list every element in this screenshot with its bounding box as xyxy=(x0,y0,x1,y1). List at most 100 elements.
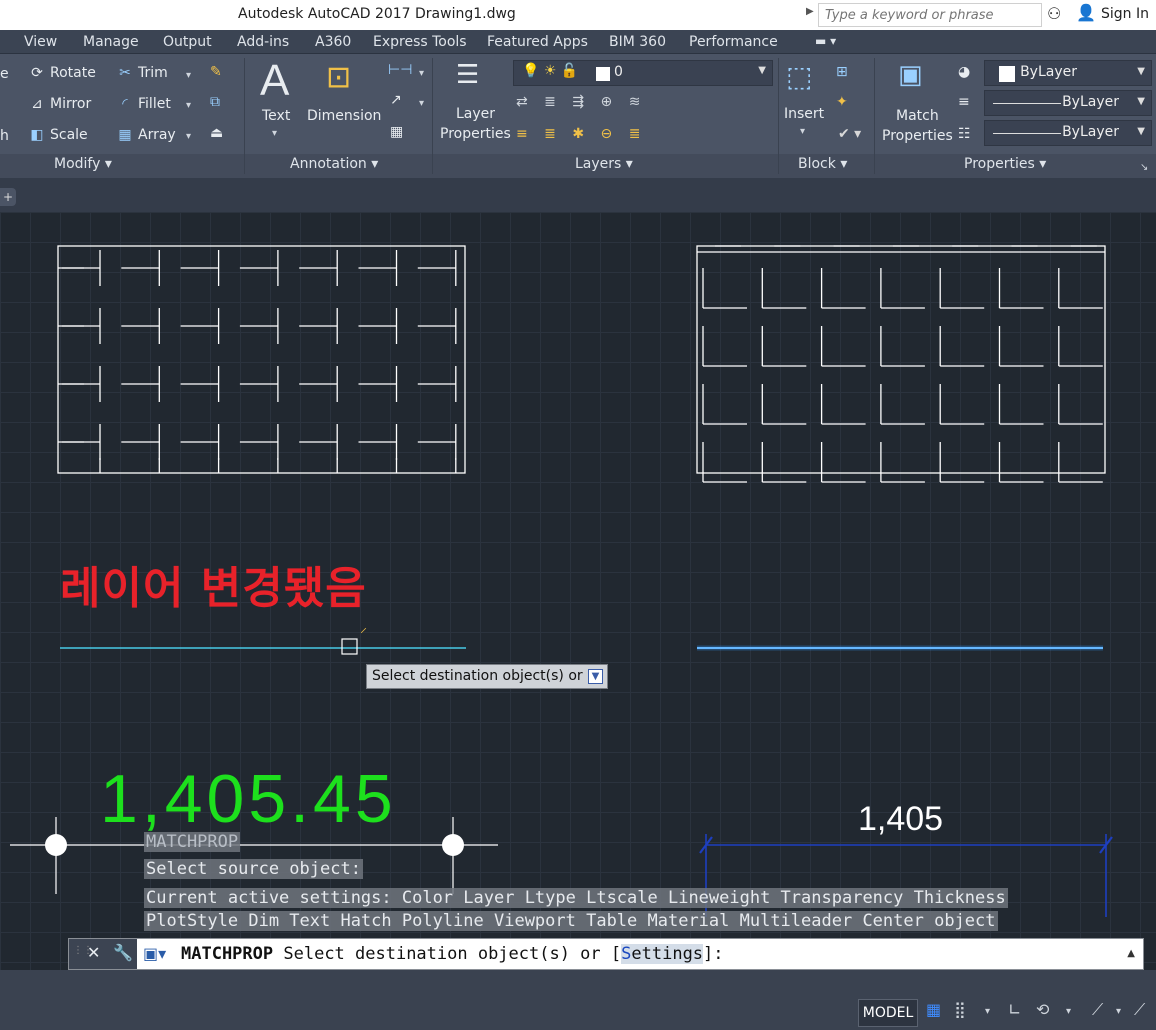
command-line[interactable]: ⋮⋮ ✕ 🔧 ▣▾ MATCHPROP Select destination o… xyxy=(68,938,1144,970)
grid-display-icon[interactable]: ▦ xyxy=(926,1000,941,1019)
layers-title-text: Layers xyxy=(575,156,622,172)
lineweight-icon[interactable]: ≡ xyxy=(958,94,970,110)
annotation-panel-title[interactable]: Annotation ▾ xyxy=(290,156,378,178)
modify-panel-title[interactable]: Modify ▾ xyxy=(54,156,112,178)
tab-add-ins[interactable]: Add-ins xyxy=(237,34,289,50)
match-properties-label-2[interactable]: Properties xyxy=(882,128,953,144)
insert-dropdown-icon[interactable]: ▾ xyxy=(800,126,805,137)
trim-button[interactable]: ✂ Trim xyxy=(116,65,168,81)
insert-label[interactable]: Insert xyxy=(784,106,824,122)
partial-tool-1[interactable]: e xyxy=(0,66,9,82)
command-line-controls: ⋮⋮ ✕ 🔧 xyxy=(69,939,137,969)
tab-express-tools[interactable]: Express Tools xyxy=(373,34,467,50)
text-tool-icon[interactable]: A xyxy=(260,56,289,106)
search-expand-icon[interactable]: ▶ xyxy=(806,6,814,17)
block-attrib-icon[interactable]: ✔ ▾ xyxy=(838,126,861,142)
matchprop-command-icon[interactable]: ▣▾ xyxy=(143,944,166,963)
chevron-up-icon[interactable]: ▲ xyxy=(1127,948,1135,959)
color-dropdown[interactable]: ByLayer ▼ xyxy=(984,60,1152,86)
command-prompt[interactable]: MATCHPROP Select destination object(s) o… xyxy=(181,944,724,964)
workspace-toggle-icon[interactable]: ▬ ▾ xyxy=(815,34,836,48)
text-tool-label[interactable]: Text xyxy=(262,108,290,124)
tab-bim360[interactable]: BIM 360 xyxy=(609,34,666,50)
layer-tools-row1-icons[interactable]: ⇄ ≣ ⇶ ⊕ ≋ xyxy=(516,94,646,110)
object-snap-icon[interactable]: ⟋ xyxy=(1134,1000,1145,1020)
settings-option[interactable]: Settings xyxy=(621,944,704,964)
scale-button[interactable]: ◧ Scale xyxy=(28,127,87,143)
tab-a360[interactable]: A360 xyxy=(315,34,351,50)
create-block-icon[interactable]: ⊞ xyxy=(836,64,848,80)
partial-tool-2[interactable]: h xyxy=(0,128,9,144)
tab-performance[interactable]: Performance xyxy=(689,34,778,50)
new-tab-plus-icon[interactable]: + xyxy=(0,188,16,206)
panel-launcher-icon[interactable]: ↘ xyxy=(1140,162,1148,173)
properties-panel-title[interactable]: Properties ▾ xyxy=(964,156,1046,178)
explode-icon[interactable]: ⧉ xyxy=(210,94,220,110)
linear-dim-dropdown-icon[interactable]: ▾ xyxy=(419,68,424,79)
tooltip-options-icon[interactable]: ▼ xyxy=(588,669,603,684)
right-panel-drawing xyxy=(696,245,1106,483)
binoculars-icon[interactable]: ⚇ xyxy=(1047,4,1061,23)
match-properties-label-1[interactable]: Match xyxy=(896,108,939,124)
wrench-icon[interactable]: 🔧 xyxy=(113,943,133,962)
user-icon[interactable]: 👤 xyxy=(1076,3,1096,22)
array-button[interactable]: ▦ Array xyxy=(116,127,175,143)
fillet-dropdown-icon[interactable]: ▾ xyxy=(186,100,191,111)
block-panel-title[interactable]: Block ▾ xyxy=(798,156,847,178)
layer-properties-label-2[interactable]: Properties xyxy=(440,126,511,142)
leader-dropdown-icon[interactable]: ▾ xyxy=(419,98,424,109)
tab-output[interactable]: Output xyxy=(163,34,212,50)
array-dropdown-icon[interactable]: ▾ xyxy=(186,131,191,142)
polar-dropdown-icon[interactable]: ▾ xyxy=(1066,1006,1071,1017)
status-bar: MODEL ▦ ⣿ ▾ ∟ ⟲ ▾ ⟋ ▾ ⟋ xyxy=(0,970,1156,1030)
lineweight-dropdown-arrow-icon: ▼ xyxy=(1137,126,1145,137)
trim-dropdown-icon[interactable]: ▾ xyxy=(186,70,191,81)
ortho-mode-icon[interactable]: ∟ xyxy=(1008,1000,1021,1019)
layer-tools-row2-icons[interactable]: ≡ ≣ ✱ ⊖ ≣ xyxy=(516,126,646,142)
fillet-button[interactable]: ◜ Fillet xyxy=(116,96,171,112)
layer-properties-label-1[interactable]: Layer xyxy=(456,106,495,122)
linear-dim-icon[interactable]: ⊢⊣ xyxy=(388,62,412,78)
rotate-button[interactable]: ⟳ Rotate xyxy=(28,65,96,81)
linetype-icon[interactable]: ☷ xyxy=(958,126,971,142)
layer-dropdown[interactable]: 💡 ☀ 🔓 0 ▼ xyxy=(513,60,773,86)
color-wheel-icon[interactable]: ◕ xyxy=(958,64,970,80)
settings-option-key: S xyxy=(621,944,632,964)
dimension-icon[interactable]: ⊡ xyxy=(326,60,351,95)
color-swatch xyxy=(999,66,1015,82)
tab-manage[interactable]: Manage xyxy=(83,34,139,50)
linetype-dropdown[interactable]: ByLayer ▼ xyxy=(984,90,1152,116)
dimension-label[interactable]: Dimension xyxy=(307,108,381,124)
snap-mode-icon[interactable]: ⣿ xyxy=(954,1000,966,1019)
model-space-button[interactable]: MODEL xyxy=(858,999,918,1027)
layer-properties-icon[interactable]: ☰ xyxy=(456,60,479,90)
match-properties-icon[interactable]: ▣ xyxy=(898,60,923,90)
polar-tracking-icon[interactable]: ⟲ xyxy=(1036,1000,1049,1019)
history-line-2: Select source object: xyxy=(144,859,363,879)
settings-option-rest: ettings xyxy=(631,944,704,964)
layers-panel-title[interactable]: Layers ▾ xyxy=(575,156,633,178)
insert-block-icon[interactable]: ⬚ xyxy=(786,60,812,93)
lineweight-dropdown[interactable]: ByLayer ▼ xyxy=(984,120,1152,146)
close-icon[interactable]: ✕ xyxy=(87,943,100,962)
erase-icon[interactable]: ✎ xyxy=(210,64,222,80)
text-dropdown-icon[interactable]: ▾ xyxy=(272,128,277,139)
search-input[interactable] xyxy=(819,4,1041,27)
snap-dropdown-icon[interactable]: ▾ xyxy=(985,1006,990,1017)
table-icon[interactable]: ▦ xyxy=(390,124,403,140)
command-name: MATCHPROP xyxy=(181,944,274,964)
tab-featured-apps[interactable]: Featured Apps xyxy=(487,34,588,50)
isodraft-dropdown-icon[interactable]: ▾ xyxy=(1116,1006,1121,1017)
drawing-canvas[interactable]: ⸝ 레이어 변경됐음 1,405.45 1,405 Select destina… xyxy=(0,212,1156,970)
isodraft-icon[interactable]: ⟋ xyxy=(1092,1000,1103,1020)
large-number-text: 1,405.45 xyxy=(100,761,397,837)
search-box[interactable] xyxy=(818,3,1042,27)
tab-view[interactable]: View xyxy=(24,34,57,50)
sign-in-link[interactable]: Sign In xyxy=(1101,6,1149,22)
edit-block-icon[interactable]: ✦ xyxy=(836,94,848,110)
offset-icon[interactable]: ⏏ xyxy=(210,125,223,141)
mirror-button[interactable]: ⊿ Mirror xyxy=(28,96,91,112)
layer-dropdown-arrow-icon: ▼ xyxy=(758,65,766,76)
dynamic-input-tooltip: Select destination object(s) or ▼ xyxy=(366,664,608,689)
leader-icon[interactable]: ↗ xyxy=(390,92,402,108)
